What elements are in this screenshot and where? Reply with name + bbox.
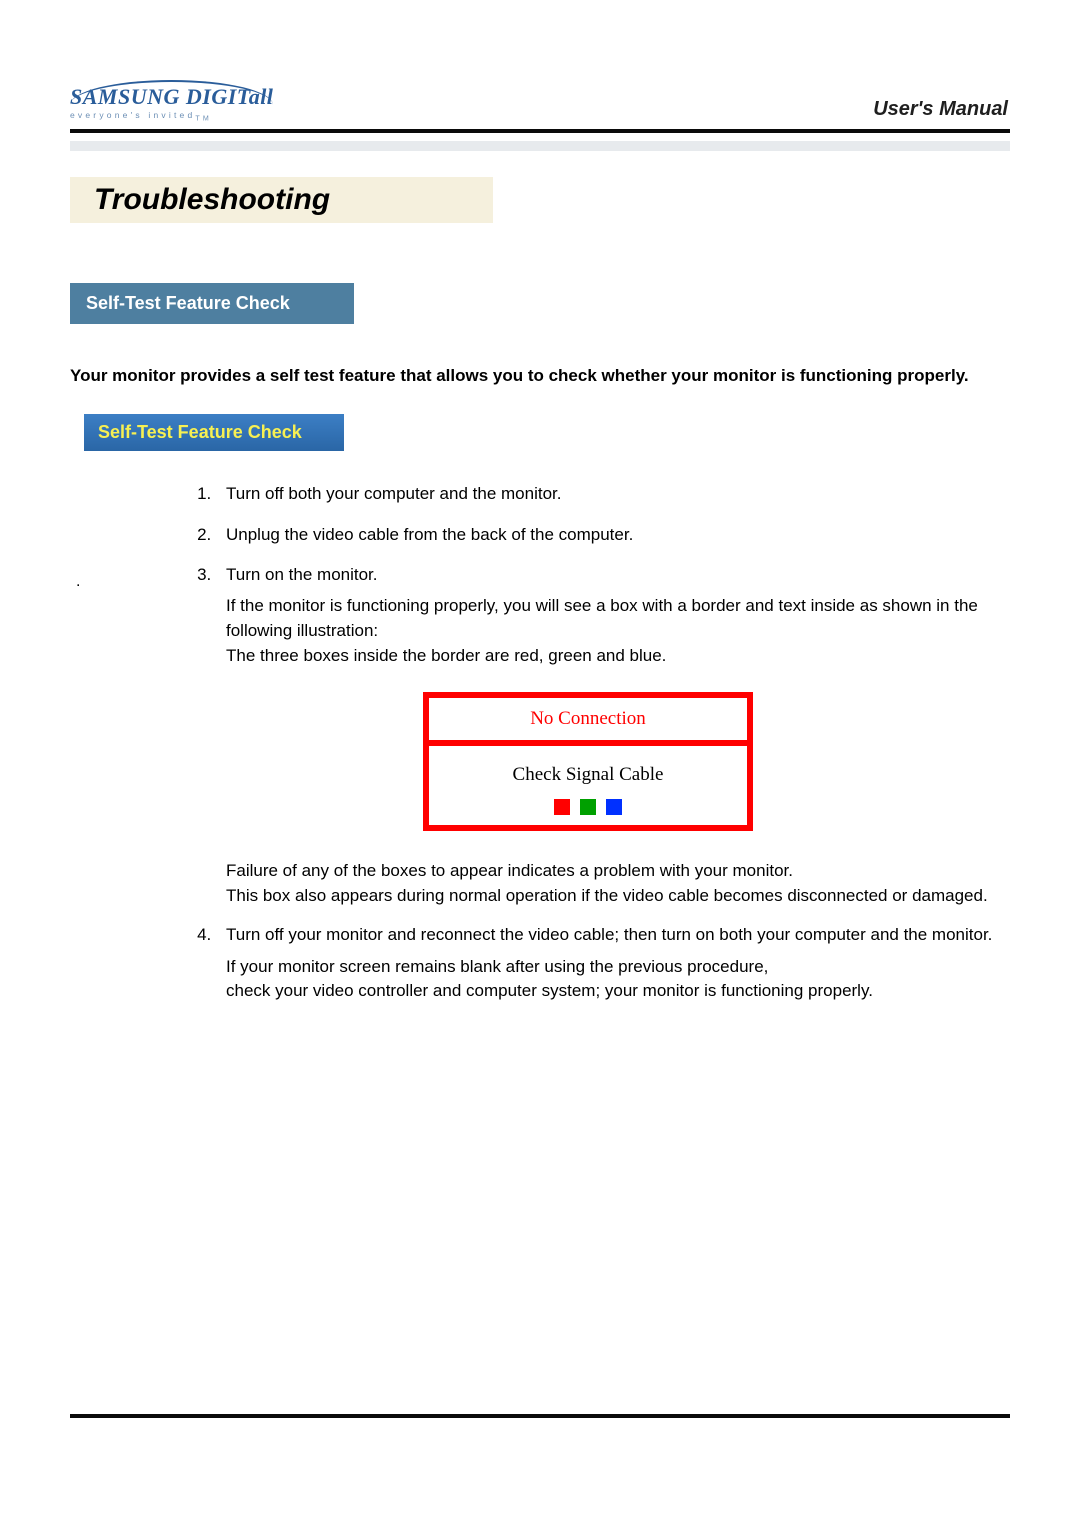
subsection-chip: Self-Test Feature Check <box>84 414 344 451</box>
step-text: Turn off your monitor and reconnect the … <box>226 925 992 944</box>
stray-period: . <box>76 573 80 591</box>
brand-suffix: all <box>249 84 274 109</box>
title-bar: Troubleshooting <box>70 177 1010 223</box>
illus-body: Check Signal Cable <box>429 746 747 825</box>
brand-tagline: everyone's invitedTM <box>70 110 273 123</box>
rule-top-light <box>70 141 1010 151</box>
step-text: Unplug the video cable from the back of … <box>226 525 633 544</box>
rule-top-thick <box>70 129 1010 133</box>
step-para: The three boxes inside the border are re… <box>226 644 1010 669</box>
brand-name: SAMSUNG DIGITall <box>70 80 273 110</box>
section-chip: Self-Test Feature Check <box>70 283 354 324</box>
page-header: SAMSUNG DIGITall everyone's invitedTM Us… <box>70 80 1010 123</box>
step-3: Turn on the monitor. If the monitor is f… <box>216 562 1010 908</box>
step-para: Failure of any of the boxes to appear in… <box>226 859 1010 884</box>
brand-logo: SAMSUNG DIGITall everyone's invitedTM <box>70 80 273 123</box>
no-connection-illustration: No Connection Check Signal Cable <box>423 692 753 831</box>
green-square-icon <box>580 799 596 815</box>
rule-bottom <box>70 1414 1010 1418</box>
step-text: Turn off both your computer and the moni… <box>226 484 561 503</box>
step-4: Turn off your monitor and reconnect the … <box>216 922 1010 1004</box>
red-square-icon <box>554 799 570 815</box>
illus-body-text: Check Signal Cable <box>429 760 747 789</box>
step-para: This box also appears during normal oper… <box>226 884 1010 909</box>
manual-label: User's Manual <box>873 98 1010 123</box>
intro-text: Your monitor provides a self test featur… <box>70 364 1010 389</box>
illustration-wrap: No Connection Check Signal Cable <box>166 692 1010 831</box>
trademark-icon: TM <box>195 115 212 123</box>
rgb-row <box>429 799 747 815</box>
page: SAMSUNG DIGITall everyone's invitedTM Us… <box>0 0 1080 1528</box>
illus-header: No Connection <box>429 698 747 739</box>
page-title: Troubleshooting <box>70 177 493 223</box>
step-para: If your monitor screen remains blank aft… <box>226 955 1010 980</box>
step-para: check your video controller and computer… <box>226 979 1010 1004</box>
step-text: Turn on the monitor. <box>226 565 378 584</box>
brand-prefix: SAMSUNG DIGIT <box>70 84 249 109</box>
step-2: Unplug the video cable from the back of … <box>216 522 1010 548</box>
step-para: If the monitor is functioning properly, … <box>226 594 1010 643</box>
title-bar-spacer <box>493 177 1010 223</box>
body: . Turn off both your computer and the mo… <box>126 481 1010 1004</box>
step-list: Turn off both your computer and the moni… <box>126 481 1010 1004</box>
tagline-text: everyone's invited <box>70 110 195 120</box>
blue-square-icon <box>606 799 622 815</box>
step-1: Turn off both your computer and the moni… <box>216 481 1010 507</box>
